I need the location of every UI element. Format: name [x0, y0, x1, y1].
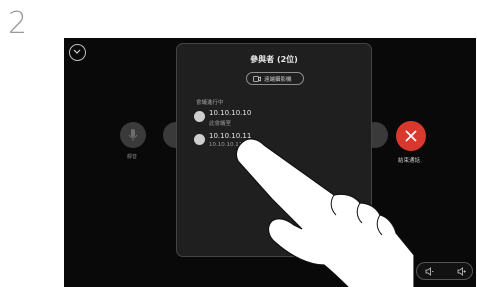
- pointing-hand-icon: [235, 138, 414, 287]
- mute-button[interactable]: [120, 122, 146, 148]
- avatar: [194, 134, 205, 145]
- camera-icon: [253, 76, 261, 82]
- volume-down-icon[interactable]: [425, 267, 434, 276]
- panel-title: 參與者 (2位): [250, 55, 298, 64]
- chevron-down-icon: [73, 49, 81, 54]
- device-screen: 靜音 參與者 (2位) 遠端攝影機 會議進行中 10.10.10.10 此會議室…: [64, 38, 476, 287]
- microphone-icon: [128, 129, 138, 141]
- volume-up-icon[interactable]: [457, 267, 466, 276]
- volume-control: [416, 262, 473, 280]
- collapse-button[interactable]: [69, 44, 86, 61]
- section-label: 會議進行中: [196, 100, 224, 106]
- participant-detail: 此會議室: [209, 121, 232, 127]
- avatar: [194, 111, 205, 122]
- remote-camera-label: 遠端攝影機: [264, 77, 292, 83]
- mute-label: 靜音: [127, 154, 138, 160]
- remote-camera-button[interactable]: 遠端攝影機: [246, 72, 304, 85]
- step-number: 2: [8, 6, 28, 41]
- participant-name: 10.10.10.10: [209, 109, 252, 117]
